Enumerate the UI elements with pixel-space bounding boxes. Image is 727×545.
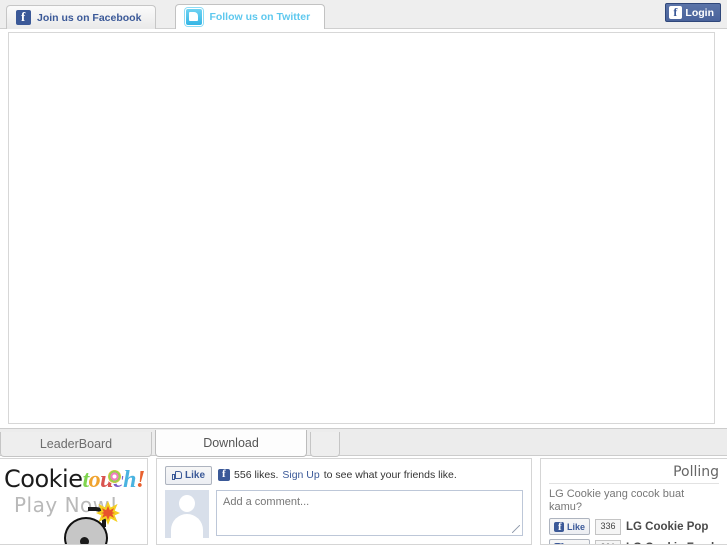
likes-count: 556 likes. — [234, 469, 279, 481]
twitter-icon — [185, 8, 204, 26]
top-social-bar: Join us on Facebook Follow us on Twitter… — [0, 0, 727, 29]
facebook-icon — [218, 466, 231, 482]
resize-handle[interactable] — [512, 525, 520, 533]
sign-up-link[interactable]: Sign Up — [282, 469, 319, 481]
social-tab-list: Join us on Facebook Follow us on Twitter — [0, 4, 326, 29]
poll-option: Like 301 LG Cookie Fresh — [549, 539, 719, 545]
promo-wordmark: Cookietouch! — [4, 466, 145, 493]
main-content-area — [8, 32, 715, 424]
tab-follow-us-on-twitter[interactable]: Follow us on Twitter — [175, 4, 326, 29]
cookie-touch-promo-banner[interactable]: Cookietouch! Play Now! — [0, 458, 148, 545]
bottom-panels: Cookietouch! Play Now! Like 556 likes. S… — [0, 458, 727, 545]
bomb-icon — [58, 501, 120, 544]
thumbs-up-icon — [172, 470, 182, 480]
poll-vote-count: 301 — [595, 539, 622, 544]
avatar — [165, 490, 209, 538]
likes-suffix: to see what your friends like. — [323, 469, 457, 481]
section-tab-strip: LeaderBoard Download — [0, 428, 727, 457]
poll-option-label[interactable]: LG Cookie Pop — [626, 521, 708, 533]
poll-like-label: Like — [567, 521, 586, 532]
tab-extra[interactable] — [310, 432, 340, 457]
tab-join-us-on-facebook[interactable]: Join us on Facebook — [6, 5, 157, 29]
like-button[interactable]: Like — [165, 465, 213, 485]
poll-option-label[interactable]: LG Cookie Fresh — [626, 542, 718, 545]
comment-placeholder: Add a comment... — [223, 496, 310, 508]
lollipop-icon — [108, 470, 121, 483]
comment-input[interactable]: Add a comment... — [216, 490, 523, 536]
tab-facebook-label: Join us on Facebook — [37, 11, 142, 24]
like-button-label: Like — [185, 469, 206, 481]
facebook-login-button[interactable]: Login — [665, 3, 721, 22]
polling-question: LG Cookie yang cocok buat kamu? — [549, 488, 685, 513]
poll-like-button[interactable]: Like — [549, 518, 591, 535]
facebook-comments-widget: Like 556 likes. Sign Up to see what your… — [156, 458, 532, 545]
poll-vote-count: 336 — [595, 518, 622, 535]
promo-word-cookie: Cookie — [4, 465, 83, 493]
login-button-label: Login — [685, 6, 714, 19]
like-row: Like 556 likes. Sign Up to see what your… — [165, 465, 523, 485]
poll-like-button[interactable]: Like — [549, 539, 591, 544]
facebook-icon — [669, 4, 683, 20]
polling-panel: Polling LG Cookie yang cocok buat kamu? … — [540, 458, 727, 545]
likes-meta: 556 likes. Sign Up to see what your frie… — [218, 466, 457, 482]
tab-twitter-label: Follow us on Twitter — [209, 11, 311, 23]
poll-option: Like 336 LG Cookie Pop — [549, 518, 719, 535]
facebook-icon — [16, 9, 31, 25]
section-tab-list: LeaderBoard Download — [0, 430, 343, 457]
facebook-icon — [554, 519, 564, 535]
polling-title: Polling — [549, 464, 719, 484]
tab-leaderboard[interactable]: LeaderBoard — [0, 432, 152, 457]
comment-row: Add a comment... — [165, 490, 523, 538]
tab-download[interactable]: Download — [155, 430, 307, 457]
